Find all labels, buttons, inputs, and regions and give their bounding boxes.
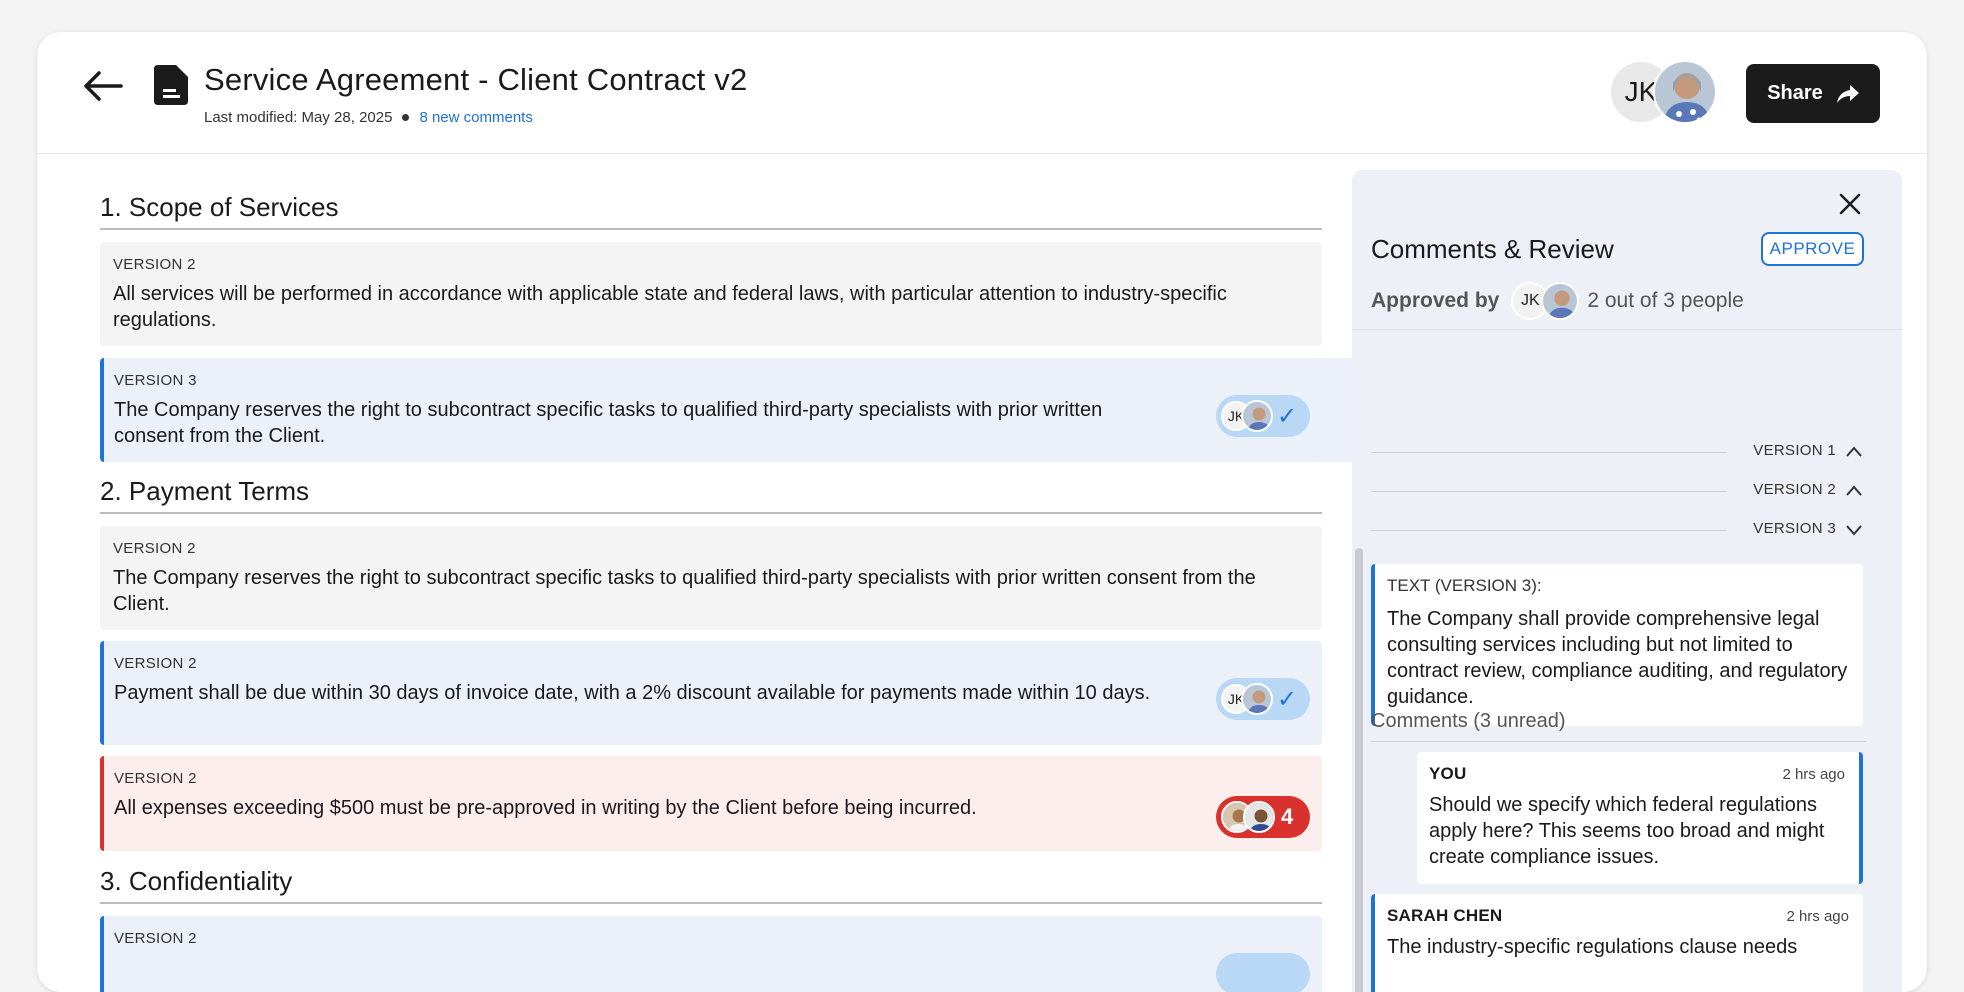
page-title: Service Agreement - Client Contract v2	[204, 62, 748, 97]
section-divider	[100, 512, 1322, 514]
last-modified: Last modified: May 28, 2025	[204, 109, 393, 126]
approved-by-label: Approved by	[1371, 289, 1500, 312]
header: Service Agreement - Client Contract v2 L…	[37, 32, 1927, 154]
version-toggle-label[interactable]: VERSION 1	[1753, 442, 1836, 459]
version-text-header: TEXT (VERSION 3):	[1387, 576, 1542, 595]
clause-card-highlighted[interactable]: VERSION 2	[100, 916, 1322, 992]
share-arrow-icon	[1836, 84, 1859, 103]
approval-pill[interactable]	[1216, 953, 1310, 992]
checkmark-icon: ✓	[1277, 685, 1298, 713]
version-label: VERSION 2	[114, 930, 197, 947]
document-icon	[154, 65, 188, 105]
clause-text: All expenses exceeding $500 must be pre-…	[114, 797, 977, 819]
version-text-box: TEXT (VERSION 3): The Company shall prov…	[1371, 564, 1863, 726]
chevron-up-icon[interactable]	[1844, 481, 1864, 501]
document-meta: Last modified: May 28, 2025 8 new commen…	[204, 109, 533, 126]
app-window: Service Agreement - Client Contract v2 L…	[37, 32, 1927, 992]
version-toggle-label[interactable]: VERSION 3	[1753, 520, 1836, 537]
divider	[1371, 452, 1727, 453]
clause-text: All services will be performed in accord…	[113, 283, 1227, 331]
approved-count: 2 out of 3 people	[1587, 289, 1744, 312]
clause-card-active[interactable]: VERSION 3 The Company reserves the right…	[100, 358, 1322, 462]
version-row[interactable]: VERSION 3	[1371, 520, 1866, 540]
version-label: VERSION 3	[114, 372, 197, 389]
chevron-down-icon[interactable]	[1844, 520, 1864, 540]
share-button[interactable]: Share	[1746, 64, 1880, 123]
version-label: VERSION 2	[114, 770, 197, 787]
collaborators[interactable]: JK	[1609, 60, 1719, 124]
new-comments-link[interactable]: 8 new comments	[419, 109, 532, 126]
close-icon[interactable]	[1838, 192, 1862, 216]
divider	[1371, 741, 1866, 742]
comment-item[interactable]: YOU 2 hrs ago Should we specify which fe…	[1417, 752, 1863, 884]
comment-time: 2 hrs ago	[1786, 908, 1849, 925]
divider	[1371, 530, 1727, 531]
version-label: VERSION 2	[114, 655, 197, 672]
clause-card[interactable]: VERSION 2 The Company reserves the right…	[100, 526, 1322, 630]
comment-item[interactable]: SARAH CHEN 2 hrs ago The industry-specif…	[1371, 894, 1863, 992]
section-divider	[100, 902, 1322, 904]
panel-title: Comments & Review	[1371, 234, 1614, 264]
checkmark-icon: ✓	[1277, 402, 1298, 430]
clause-card-highlighted[interactable]: VERSION 2 Payment shall be due within 30…	[100, 641, 1322, 745]
clause-card-flagged[interactable]: VERSION 2 All expenses exceeding $500 mu…	[100, 756, 1322, 851]
share-label: Share	[1767, 82, 1823, 104]
section-title: 3. Confidentiality	[100, 866, 293, 896]
clause-text: Payment shall be due within 30 days of i…	[114, 682, 1151, 704]
version-toggle-label[interactable]: VERSION 2	[1753, 481, 1836, 498]
avatar-photo[interactable]	[1653, 60, 1717, 124]
separator-dot	[402, 114, 410, 121]
avatar-photo[interactable]	[1541, 282, 1580, 320]
comments-panel: Comments & Review APPROVE Approved by JK…	[1352, 170, 1902, 992]
comment-time: 2 hrs ago	[1782, 766, 1845, 783]
approval-pill[interactable]: JK ✓	[1216, 678, 1310, 720]
section-title: 1. Scope of Services	[100, 192, 339, 222]
divider	[1371, 491, 1727, 492]
comment-body: The industry-specific regulations clause…	[1387, 936, 1798, 958]
approved-by: Approved by JK 2 out of 3 people	[1371, 282, 1744, 320]
comment-author: SARAH CHEN	[1387, 906, 1503, 925]
comment-body: Should we specify which federal regulati…	[1429, 794, 1825, 868]
clause-text: The Company reserves the right to subcon…	[113, 567, 1256, 615]
comments-header: Comments (3 unread)	[1371, 710, 1566, 732]
avatar-photo	[1241, 683, 1273, 715]
approval-pill[interactable]: JK ✓	[1216, 395, 1310, 437]
version-row[interactable]: VERSION 2	[1371, 481, 1866, 501]
comments-pill[interactable]: 4	[1216, 796, 1310, 838]
avatar-photo	[1241, 400, 1273, 432]
clause-text: The Company reserves the right to subcon…	[114, 399, 1103, 447]
section-divider	[100, 228, 1322, 230]
approve-button[interactable]: APPROVE	[1761, 232, 1864, 266]
version-label: VERSION 2	[113, 256, 196, 273]
chevron-up-icon[interactable]	[1844, 442, 1864, 462]
back-arrow-icon[interactable]	[81, 68, 125, 104]
comment-count: 4	[1281, 804, 1294, 829]
version-row[interactable]: VERSION 1	[1371, 442, 1866, 462]
version-label: VERSION 2	[113, 540, 196, 557]
panel-header: Comments & Review APPROVE Approved by JK…	[1352, 170, 1902, 330]
scrollbar[interactable]	[1355, 548, 1363, 992]
section-title: 2. Payment Terms	[100, 476, 310, 506]
avatar-photo	[1243, 801, 1275, 833]
clause-card[interactable]: VERSION 2 All services will be performed…	[100, 242, 1322, 346]
version-text-body: The Company shall provide comprehensive …	[1387, 608, 1848, 708]
